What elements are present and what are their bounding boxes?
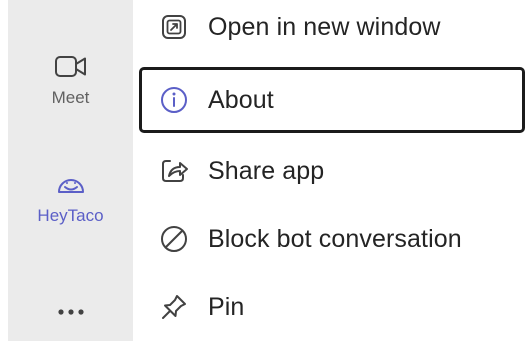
share-icon [159, 156, 189, 186]
menu-item-pin[interactable]: Pin [139, 276, 525, 338]
menu-item-label: Share app [208, 156, 325, 185]
rail-item-heytaco[interactable]: HeyTaco [8, 170, 133, 226]
menu-item-open-in-new-window[interactable]: Open in new window [139, 0, 525, 58]
menu-item-label: Open in new window [208, 12, 441, 41]
rail-item-meet-label: Meet [51, 88, 90, 107]
more-horizontal-icon [56, 304, 86, 322]
menu-item-label: About [208, 85, 274, 114]
rail-item-meet[interactable]: Meet [8, 52, 133, 108]
menu-item-label: Block bot conversation [208, 224, 462, 253]
menu-item-share-app[interactable]: Share app [139, 140, 525, 202]
menu-item-block-bot-conversation[interactable]: Block bot conversation [139, 208, 525, 270]
app-rail: Meet HeyTaco [8, 0, 133, 341]
pin-icon [159, 292, 189, 322]
left-edge [0, 0, 8, 341]
heytaco-app-icon [54, 170, 88, 200]
rail-item-heytaco-label: HeyTaco [37, 206, 104, 225]
app-context-window: Meet HeyTaco Open in new window About Sh… [0, 0, 529, 341]
menu-item-label: Pin [208, 292, 245, 321]
context-menu: Open in new window About Share app Block… [133, 0, 529, 341]
info-icon [159, 85, 189, 115]
open-in-new-window-icon [159, 12, 189, 42]
block-icon [159, 224, 189, 254]
menu-item-about[interactable]: About [139, 67, 525, 133]
video-camera-icon [54, 52, 88, 82]
more-apps-button[interactable] [8, 298, 133, 328]
